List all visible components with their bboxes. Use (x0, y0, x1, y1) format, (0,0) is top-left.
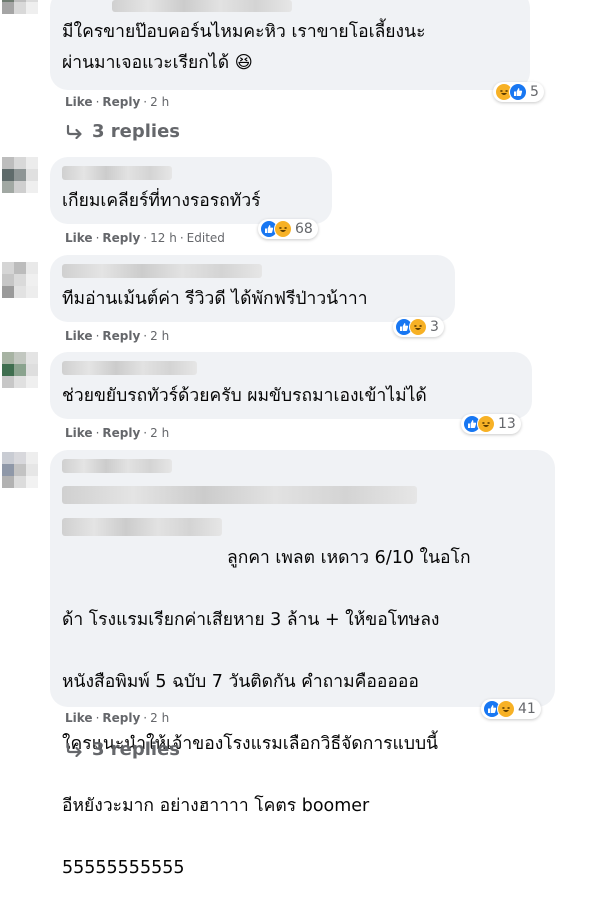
edited-label[interactable]: Edited (187, 231, 225, 245)
comment-bubble: เกียมเคลียร์ที่ทางรอรถทัวร์ (50, 157, 332, 224)
view-replies-link[interactable]: 3 replies (66, 739, 180, 760)
redacted-text-block (62, 486, 417, 504)
haha-icon (274, 220, 292, 238)
reaction-count: 41 (518, 701, 536, 717)
author-name-redacted[interactable] (62, 361, 197, 375)
timestamp[interactable]: 2 h (150, 329, 169, 343)
reactions-summary[interactable]: 3 (393, 317, 444, 337)
avatar[interactable] (2, 352, 38, 388)
like-button[interactable]: Like (65, 95, 93, 109)
avatar[interactable] (2, 0, 38, 14)
avatar[interactable] (2, 452, 38, 488)
separator: · (95, 95, 100, 109)
comment-text: ช่วยขยับรถทัวร์ด้วยครับ ผมขับรถมาเองเข้า… (62, 386, 427, 406)
reactions-summary[interactable]: 5 (493, 82, 544, 102)
author-name-redacted[interactable] (112, 0, 292, 12)
timestamp[interactable]: 2 h (150, 95, 169, 109)
reactions-summary[interactable]: 13 (461, 414, 521, 434)
comment-text: ทีมอ่านเม้นต์ค่า รีวิวดี ได้พักฟรีป่าวน้… (62, 289, 368, 309)
reply-arrow-icon (66, 124, 82, 139)
comment-line: หนังสือพิมพ์ 5 ฉบับ 7 วันติดกัน คำถามคือ… (62, 672, 419, 692)
comment-bubble: ลูกคา เพลต เหดาว 6/10 ในอโก ด้า โรงแรมเร… (50, 450, 555, 878)
like-icon (509, 83, 527, 101)
separator: · (143, 95, 148, 109)
avatar[interactable] (2, 157, 38, 193)
reply-button[interactable]: Reply (102, 95, 140, 109)
replies-count: 3 replies (92, 121, 181, 142)
haha-icon (497, 700, 515, 718)
replies-count: 3 replies (92, 739, 181, 760)
comment-text: เกียมเคลียร์ที่ทางรอรถทัวร์ (62, 191, 261, 211)
comment-meta: Like · Reply · 2 h (65, 711, 169, 725)
reply-button[interactable]: Reply (102, 426, 140, 440)
separator: · (143, 426, 148, 440)
author-name-redacted[interactable] (62, 166, 172, 180)
separator: · (95, 329, 100, 343)
comment-line: 55555555555 (62, 858, 185, 878)
timestamp[interactable]: 12 h (150, 231, 177, 245)
separator: · (95, 426, 100, 440)
timestamp[interactable]: 2 h (150, 426, 169, 440)
separator: · (179, 231, 184, 245)
comment-bubble: ทีมอ่านเม้นต์ค่า รีวิวดี ได้พักฟรีป่าวน้… (50, 255, 455, 322)
like-button[interactable]: Like (65, 426, 93, 440)
reaction-count: 3 (430, 319, 439, 335)
comment-text: มีใครขายป๊อบคอร์นไหมคะหิว เราขายโอเลี้ยง… (62, 22, 426, 73)
comment-meta: Like · Reply · 2 h (65, 329, 169, 343)
author-name-redacted[interactable] (62, 264, 262, 278)
like-button[interactable]: Like (65, 231, 93, 245)
reply-button[interactable]: Reply (102, 329, 140, 343)
comment-meta: Like · Reply · 12 h · Edited (65, 231, 225, 245)
separator: · (143, 231, 148, 245)
timestamp[interactable]: 2 h (150, 711, 169, 725)
reaction-count: 5 (530, 84, 539, 100)
view-replies-link[interactable]: 3 replies (66, 121, 180, 142)
reaction-count: 68 (295, 221, 313, 237)
reply-arrow-icon (66, 742, 82, 757)
comment-meta: Like · Reply · 2 h (65, 95, 169, 109)
separator: · (143, 329, 148, 343)
avatar[interactable] (2, 262, 38, 298)
comment-line: อีหยังวะมาก อย่างฮาาาา โคตร boomer (62, 796, 370, 816)
comment-line: ลูกคา เพลต เหดาว 6/10 ในอโก (227, 548, 471, 568)
separator: · (143, 711, 148, 725)
reactions-summary[interactable]: 68 (258, 219, 318, 239)
comment-line: ด้า โรงแรมเรียกค่าเสียหาย 3 ล้าน + ให้ขอ… (62, 610, 440, 630)
like-button[interactable]: Like (65, 711, 93, 725)
reply-button[interactable]: Reply (102, 231, 140, 245)
reply-button[interactable]: Reply (102, 711, 140, 725)
comment-bubble: ช่วยขยับรถทัวร์ด้วยครับ ผมขับรถมาเองเข้า… (50, 352, 532, 419)
like-button[interactable]: Like (65, 329, 93, 343)
separator: · (95, 231, 100, 245)
reaction-count: 13 (498, 416, 516, 432)
separator: · (95, 711, 100, 725)
comment-bubble: มีใครขายป๊อบคอร์นไหมคะหิว เราขายโอเลี้ยง… (50, 0, 530, 90)
comment-meta: Like · Reply · 2 h (65, 426, 169, 440)
reactions-summary[interactable]: 41 (481, 699, 541, 719)
haha-icon (477, 415, 495, 433)
haha-icon (409, 318, 427, 336)
author-name-redacted[interactable] (62, 459, 172, 473)
